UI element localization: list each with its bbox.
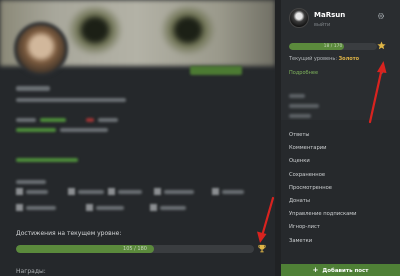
- add-post-label: Добавить пост: [322, 268, 369, 274]
- profile-stats-blurred: [16, 118, 36, 122]
- community-icon-5[interactable]: [212, 188, 219, 195]
- sidebar-item-ratings[interactable]: Оценки: [281, 155, 400, 168]
- current-level: Текущий уровень: Золото: [289, 56, 359, 62]
- level-progress-text: 18 / 170: [323, 44, 343, 49]
- sidebar-item-donations[interactable]: Донаты: [281, 195, 400, 208]
- gear-icon[interactable]: [377, 12, 385, 20]
- sidebar-item-comments[interactable]: Комментарии: [281, 142, 400, 155]
- community-4-blurred[interactable]: [164, 190, 194, 194]
- sidebar-item-viewed[interactable]: Просмотренное: [281, 182, 400, 195]
- profile-avatar: [14, 22, 68, 76]
- profile-panel: Достижения на текущем уровне: 105 / 180 …: [0, 0, 275, 276]
- profile-name-blurred: [16, 86, 50, 91]
- community-3-blurred[interactable]: [118, 190, 142, 194]
- profile-link-blurred[interactable]: [16, 158, 78, 162]
- username[interactable]: MaRsun: [314, 11, 345, 19]
- sidebar-stats-blurred-3: [289, 114, 311, 118]
- more-link[interactable]: Подробнее: [289, 70, 318, 76]
- achievements-progress-bar: 105 / 180: [16, 245, 254, 253]
- chevron-down-icon[interactable]: ⌄: [379, 69, 384, 76]
- current-level-label: Текущий уровень:: [289, 56, 338, 62]
- profile-section-blurred: [16, 180, 46, 184]
- plus-icon: +: [312, 266, 319, 274]
- profile-stats-blurred-4: [60, 128, 108, 132]
- current-level-value: Золото: [338, 56, 360, 62]
- sidebar: MaRsun выйти 18 / 170 Текущий уровень: З…: [281, 0, 400, 276]
- community-icon-3[interactable]: [108, 188, 115, 195]
- sidebar-menu: Ответы Комментарии Оценки Сохраненное Пр…: [281, 129, 400, 248]
- profile-stats-blurred-3: [16, 128, 56, 132]
- achievements-label: Достижения на текущем уровне:: [16, 230, 122, 237]
- trophy-icon[interactable]: [258, 244, 266, 253]
- sidebar-stats-blurred-1: [289, 94, 305, 98]
- sidebar-item-ignore-list[interactable]: Игнор-лист: [281, 221, 400, 234]
- star-icon[interactable]: [377, 41, 386, 50]
- sidebar-stats-blurred-2: [289, 104, 319, 108]
- profile-minus-blurred: [86, 118, 94, 122]
- sidebar-item-answers[interactable]: Ответы: [281, 129, 400, 142]
- community-2-blurred[interactable]: [78, 190, 104, 194]
- user-avatar[interactable]: [289, 8, 309, 28]
- user-card: MaRsun выйти 18 / 170 Текущий уровень: З…: [281, 0, 400, 120]
- community-icon-7[interactable]: [86, 204, 93, 211]
- logout-link[interactable]: выйти: [314, 22, 330, 28]
- sidebar-item-saved[interactable]: Сохраненное: [281, 169, 400, 182]
- profile-subtitle-blurred: [16, 98, 126, 102]
- community-icon-4[interactable]: [154, 188, 161, 195]
- community-icon-6[interactable]: [16, 204, 23, 211]
- community-1-blurred[interactable]: [26, 190, 48, 194]
- community-icon-1[interactable]: [16, 188, 23, 195]
- community-icon-8[interactable]: [150, 204, 157, 211]
- level-progress-bar: 18 / 170: [289, 43, 377, 50]
- sidebar-item-notes[interactable]: Заметки: [281, 235, 400, 248]
- rewards-label: Награды:: [16, 268, 46, 275]
- sidebar-item-subscriptions[interactable]: Управление подписками: [281, 208, 400, 221]
- community-5-blurred[interactable]: [222, 190, 244, 194]
- community-icon-2[interactable]: [68, 188, 75, 195]
- profile-stats-blurred-2: [98, 118, 118, 122]
- community-8-blurred[interactable]: [160, 206, 186, 210]
- community-7-blurred[interactable]: [96, 206, 124, 210]
- profile-rating-blurred: [40, 118, 66, 122]
- community-6-blurred[interactable]: [26, 206, 56, 210]
- add-post-button[interactable]: + Добавить пост: [281, 264, 400, 276]
- achievements-progress-text: 105 / 180: [123, 246, 147, 252]
- subscribe-button[interactable]: [190, 66, 242, 75]
